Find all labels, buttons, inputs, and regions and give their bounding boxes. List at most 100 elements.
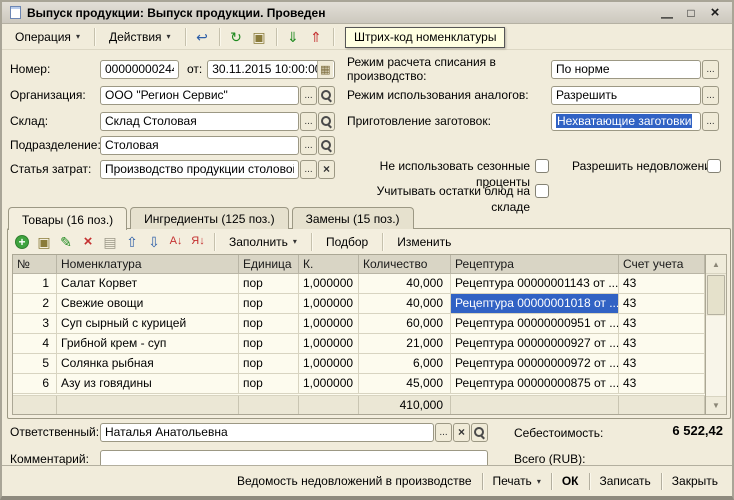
- cell-k[interactable]: 1,000000: [299, 374, 359, 394]
- table-row[interactable]: 5Солянка рыбнаяпор1,0000006,000Рецептура…: [13, 354, 705, 374]
- analog-mode-select-button[interactable]: ...: [702, 86, 719, 105]
- close-form-button[interactable]: Закрыть: [662, 470, 728, 492]
- shortage-report-button[interactable]: Ведомость недовложений в производстве: [227, 470, 481, 492]
- sort-ascending-button[interactable]: А↓: [166, 232, 186, 252]
- warehouse-field[interactable]: Склад Столовая: [100, 112, 299, 131]
- date-field[interactable]: 30.11.2015 10:00:00 ▦: [207, 60, 335, 79]
- cell-name[interactable]: Свежие овощи: [57, 294, 239, 314]
- seasonal-percent-checkbox[interactable]: [535, 159, 549, 173]
- unpost-document-button[interactable]: ⇑: [306, 26, 327, 47]
- cell-k[interactable]: 1,000000: [299, 314, 359, 334]
- reread-button[interactable]: ↩: [192, 26, 213, 47]
- cell-unit[interactable]: пор: [239, 274, 299, 294]
- responsible-select-button[interactable]: ...: [435, 423, 452, 442]
- warehouse-select-button[interactable]: ...: [300, 112, 317, 131]
- table-row[interactable]: 3Суп сырный с курицейпор1,00000060,000Ре…: [13, 314, 705, 334]
- post-document-button[interactable]: ⇓: [283, 26, 304, 47]
- move-down-button[interactable]: ⇩: [144, 232, 164, 252]
- table-row[interactable]: 1Салат Корветпор1,00000040,000Рецептура …: [13, 274, 705, 294]
- cell-qty[interactable]: 6,000: [359, 354, 451, 374]
- cost-item-clear-button[interactable]: ×: [318, 160, 335, 179]
- column-header-num[interactable]: №: [13, 255, 57, 274]
- cell-qty[interactable]: 60,000: [359, 314, 451, 334]
- cell-account[interactable]: 43: [619, 314, 705, 334]
- close-button[interactable]: ×: [706, 4, 724, 21]
- cell-num[interactable]: 4: [13, 334, 57, 354]
- cell-recipe[interactable]: Рецептура 00000001018 от ...: [451, 294, 619, 314]
- cell-recipe[interactable]: Рецептура 00000000875 от ...: [451, 374, 619, 394]
- warehouse-open-button[interactable]: [318, 112, 335, 131]
- operation-menu-button[interactable]: Операция ▾: [7, 26, 88, 48]
- column-header-name[interactable]: Номенклатура: [57, 255, 239, 274]
- column-header-k[interactable]: К.: [299, 255, 359, 274]
- cell-num[interactable]: 2: [13, 294, 57, 314]
- sort-descending-button[interactable]: Я↓: [188, 232, 208, 252]
- cell-account[interactable]: 43: [619, 294, 705, 314]
- calendar-icon[interactable]: ▦: [317, 61, 333, 78]
- cell-num[interactable]: 5: [13, 354, 57, 374]
- cell-qty[interactable]: 40,000: [359, 294, 451, 314]
- cell-name[interactable]: Салат Корвет: [57, 274, 239, 294]
- cell-unit[interactable]: пор: [239, 314, 299, 334]
- cell-unit[interactable]: пор: [239, 294, 299, 314]
- blank-prep-field[interactable]: Нехватающие заготовки: [551, 112, 701, 131]
- vertical-scrollbar[interactable]: ▲ ▼: [706, 254, 727, 415]
- column-header-unit[interactable]: Единица: [239, 255, 299, 274]
- cell-name[interactable]: Солянка рыбная: [57, 354, 239, 374]
- cell-unit[interactable]: пор: [239, 374, 299, 394]
- cell-recipe[interactable]: Рецептура 00000000972 от ...: [451, 354, 619, 374]
- print-button[interactable]: Печать ▾: [483, 470, 551, 492]
- blank-prep-select-button[interactable]: ...: [702, 112, 719, 131]
- writeoff-mode-select-button[interactable]: ...: [702, 60, 719, 79]
- cell-qty[interactable]: 40,000: [359, 274, 451, 294]
- organization-open-button[interactable]: [318, 86, 335, 105]
- department-select-button[interactable]: ...: [300, 136, 317, 155]
- cell-name[interactable]: Азу из говядины: [57, 374, 239, 394]
- copy-row-button[interactable]: ▣: [34, 232, 54, 252]
- cell-qty[interactable]: 21,000: [359, 334, 451, 354]
- column-header-recipe[interactable]: Рецептура: [451, 255, 619, 274]
- cell-account[interactable]: 43: [619, 354, 705, 374]
- edit-row-button[interactable]: ✎: [56, 232, 76, 252]
- analog-mode-field[interactable]: Разрешить: [551, 86, 701, 105]
- allow-shortage-checkbox[interactable]: [707, 159, 721, 173]
- cell-account[interactable]: 43: [619, 274, 705, 294]
- scrollbar-track[interactable]: [706, 316, 726, 396]
- responsible-clear-button[interactable]: ×: [453, 423, 470, 442]
- department-field[interactable]: Столовая: [100, 136, 299, 155]
- cell-name[interactable]: Суп сырный с курицей: [57, 314, 239, 334]
- responsible-field[interactable]: Наталья Анатольевна: [100, 423, 434, 442]
- scroll-up-icon[interactable]: ▲: [706, 255, 726, 274]
- cell-k[interactable]: 1,000000: [299, 334, 359, 354]
- cell-unit[interactable]: пор: [239, 354, 299, 374]
- cell-num[interactable]: 6: [13, 374, 57, 394]
- responsible-open-button[interactable]: [471, 423, 488, 442]
- dish-remainder-checkbox[interactable]: [535, 184, 549, 198]
- tab-goods[interactable]: Товары (16 поз.): [8, 207, 127, 230]
- change-button[interactable]: Изменить: [389, 231, 459, 253]
- table-row[interactable]: 2Свежие овощипор1,00000040,000Рецептура …: [13, 294, 705, 314]
- cost-item-field[interactable]: Производство продукции столовой: [100, 160, 299, 179]
- number-field[interactable]: 00000000244: [100, 60, 179, 79]
- column-header-account[interactable]: Счет учета: [619, 255, 705, 274]
- pick-button[interactable]: Подбор: [318, 231, 376, 253]
- table-row[interactable]: 4Грибной крем - суппор1,00000021,000Реце…: [13, 334, 705, 354]
- cell-recipe[interactable]: Рецептура 00000000951 от ...: [451, 314, 619, 334]
- writeoff-mode-field[interactable]: По норме: [551, 60, 701, 79]
- cell-name[interactable]: Грибной крем - суп: [57, 334, 239, 354]
- cell-k[interactable]: 1,000000: [299, 354, 359, 374]
- scrollbar-thumb[interactable]: [707, 275, 725, 315]
- ok-button[interactable]: ОК: [552, 470, 589, 492]
- move-up-button[interactable]: ⇧: [122, 232, 142, 252]
- minimize-button[interactable]: —: [658, 6, 676, 20]
- delete-row-button[interactable]: ×: [78, 232, 98, 252]
- cell-unit[interactable]: пор: [239, 334, 299, 354]
- cell-account[interactable]: 43: [619, 374, 705, 394]
- cell-k[interactable]: 1,000000: [299, 274, 359, 294]
- cost-item-select-button[interactable]: ...: [300, 160, 317, 179]
- tab-replacements[interactable]: Замены (15 поз.): [292, 207, 414, 229]
- cell-k[interactable]: 1,000000: [299, 294, 359, 314]
- cell-qty[interactable]: 45,000: [359, 374, 451, 394]
- cell-num[interactable]: 1: [13, 274, 57, 294]
- table-row[interactable]: 6Азу из говядиныпор1,00000045,000Рецепту…: [13, 374, 705, 394]
